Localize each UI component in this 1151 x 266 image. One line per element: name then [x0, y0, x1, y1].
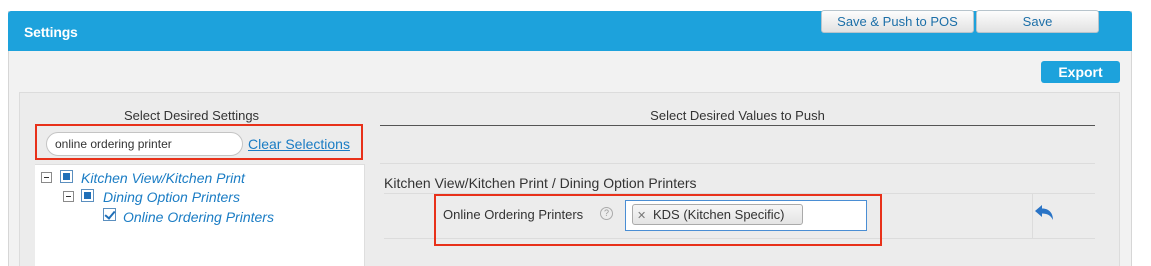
help-icon[interactable]: ?: [600, 207, 613, 220]
online-ordering-printers-label: Online Ordering Printers: [443, 207, 584, 222]
save-button[interactable]: Save: [976, 10, 1099, 33]
partial-checkbox-icon[interactable]: [81, 189, 94, 202]
partial-checkbox-icon[interactable]: [60, 170, 73, 183]
selected-printer-tag-label: KDS (Kitchen Specific): [653, 207, 785, 222]
save-and-push-button[interactable]: Save & Push to POS: [821, 10, 974, 33]
page-title: Settings: [24, 24, 78, 40]
collapse-toggle-icon[interactable]: [41, 172, 52, 183]
right-panel-divider: [380, 125, 1095, 126]
right-panel-title: Select Desired Values to Push: [650, 108, 825, 123]
tree-item-dining-option-printers[interactable]: Dining Option Printers: [103, 189, 240, 205]
settings-search-input[interactable]: [46, 132, 243, 156]
selected-printer-tag: KDS (Kitchen Specific): [632, 204, 803, 225]
left-panel-title: Select Desired Settings: [123, 108, 260, 123]
undo-arrow-icon[interactable]: [1033, 204, 1055, 224]
remove-tag-icon[interactable]: ✕: [637, 209, 646, 222]
checked-checkbox-icon[interactable]: [103, 208, 116, 221]
section-title: Kitchen View/Kitchen Print / Dining Opti…: [384, 175, 697, 191]
tree-item-online-ordering-printers[interactable]: Online Ordering Printers: [123, 209, 274, 225]
export-button[interactable]: Export: [1041, 61, 1120, 83]
tree-item-kitchen-view-kitchen-print[interactable]: Kitchen View/Kitchen Print: [81, 170, 245, 186]
clear-selections-link[interactable]: Clear Selections: [248, 136, 350, 152]
collapse-toggle-icon[interactable]: [63, 191, 74, 202]
